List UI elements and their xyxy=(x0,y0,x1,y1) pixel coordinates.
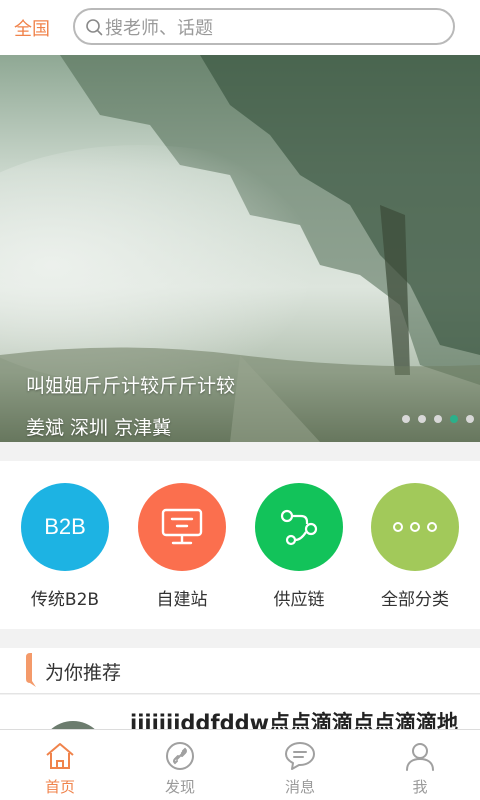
category-self-site[interactable]: 自建站 xyxy=(132,483,232,610)
banner-subtitle: 姜斌 深圳 京津冀 xyxy=(26,417,172,439)
category-label: 自建站 xyxy=(156,590,208,610)
app-screen: 全国 搜老师、话题 叫姐姐斤斤计较斤斤计较 姜斌 深圳 京津冀 B2B 传统B2… xyxy=(0,0,480,800)
carousel-dot[interactable] xyxy=(434,415,442,423)
category-label: 传统B2B xyxy=(30,590,100,610)
message-bubble-icon xyxy=(285,742,315,770)
top-bar: 全国 搜老师、话题 xyxy=(0,0,480,55)
user-profile-icon xyxy=(406,743,434,771)
search-placeholder: 搜老师、话题 xyxy=(105,17,213,39)
tab-discover[interactable]: 发现 xyxy=(120,730,240,800)
bottom-tab-bar: 首页 发现 消息 我 xyxy=(0,729,480,800)
section-marker-icon xyxy=(26,653,36,687)
b2b-icon: B2B xyxy=(21,483,109,571)
supply-chain-icon xyxy=(255,483,343,571)
discover-link-icon xyxy=(166,742,194,770)
tab-home[interactable]: 首页 xyxy=(0,730,120,800)
tab-label: 消息 xyxy=(284,778,315,796)
category-label: 供应链 xyxy=(273,590,325,610)
more-dots-icon xyxy=(371,483,459,571)
tab-messages[interactable]: 消息 xyxy=(240,730,360,800)
region-selector[interactable]: 全国 xyxy=(0,15,72,41)
tab-label: 首页 xyxy=(44,778,75,796)
monitor-icon xyxy=(138,483,226,571)
category-grid: B2B 传统B2B 自建站 供应链 全部分类 xyxy=(0,461,480,629)
home-icon xyxy=(46,743,74,769)
carousel-dot[interactable] xyxy=(466,415,474,423)
search-input[interactable]: 搜老师、话题 xyxy=(73,8,455,45)
category-b2b[interactable]: B2B 传统B2B xyxy=(15,483,115,610)
tab-label: 我 xyxy=(412,778,428,796)
carousel-indicator xyxy=(402,415,474,423)
tab-label: 发现 xyxy=(164,778,195,796)
category-supply-chain[interactable]: 供应链 xyxy=(249,483,349,610)
banner-carousel[interactable]: 叫姐姐斤斤计较斤斤计较 姜斌 深圳 京津冀 xyxy=(0,55,480,442)
carousel-dot-active[interactable] xyxy=(450,415,458,423)
b2b-icon-text: B2B xyxy=(44,514,86,539)
search-icon xyxy=(86,18,103,35)
tab-me[interactable]: 我 xyxy=(360,730,480,800)
recommend-section-header: 为你推荐 xyxy=(0,648,480,694)
carousel-dot[interactable] xyxy=(402,415,410,423)
category-all[interactable]: 全部分类 xyxy=(365,483,465,610)
banner-title: 叫姐姐斤斤计较斤斤计较 xyxy=(26,375,236,397)
recommend-title: 为你推荐 xyxy=(45,662,122,684)
category-label: 全部分类 xyxy=(381,590,449,610)
carousel-dot[interactable] xyxy=(418,415,426,423)
